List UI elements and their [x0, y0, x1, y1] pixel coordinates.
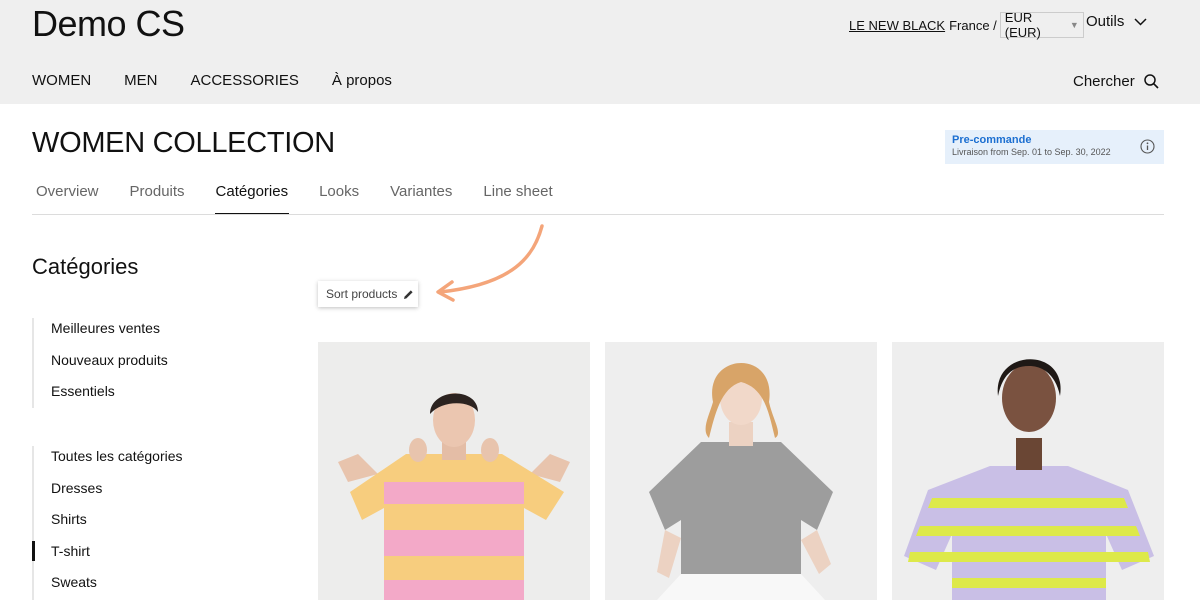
- nav-item-accessories[interactable]: ACCESSORIES: [191, 72, 299, 89]
- main-nav: WOMEN MEN ACCESSORIES À propos: [32, 72, 425, 89]
- tab-produits[interactable]: Produits: [130, 183, 185, 214]
- precommande-title: Pre-commande: [952, 134, 1032, 146]
- search-icon: [1143, 74, 1159, 89]
- caret-down-icon: ▼: [1069, 20, 1079, 30]
- product-card[interactable]: [892, 342, 1164, 600]
- tab-overview[interactable]: Overview: [36, 183, 99, 214]
- country-label: France /: [949, 17, 997, 33]
- nav-item-women[interactable]: WOMEN: [32, 72, 91, 89]
- product-image-striped-tee: [892, 342, 1164, 600]
- sidebar-item-new-products[interactable]: Nouveaux produits: [34, 350, 168, 382]
- sidebar-item-sweats[interactable]: Sweats: [34, 572, 183, 600]
- page-title: WOMEN COLLECTION: [32, 127, 335, 159]
- tools-label: Outils: [1086, 13, 1125, 30]
- info-icon[interactable]: [1140, 139, 1155, 154]
- sort-products-label: Sort products: [326, 287, 398, 301]
- site-header: Demo CS LE NEW BLACK France / EUR (EUR) …: [0, 0, 1200, 104]
- sidebar-title: Catégories: [32, 254, 139, 279]
- currency-select[interactable]: EUR (EUR) ▼: [999, 10, 1084, 40]
- store-selector: LE NEW BLACK France / EUR (EUR) ▼: [849, 10, 1084, 40]
- tab-categories[interactable]: Catégories: [214, 183, 289, 215]
- tools-menu[interactable]: Outils: [1086, 13, 1147, 30]
- precommande-badge[interactable]: Pre-commande Livraison from Sep. 01 to S…: [945, 130, 1164, 164]
- sidebar-item-best-sellers[interactable]: Meilleures ventes: [34, 318, 168, 350]
- brand-link[interactable]: LE NEW BLACK: [849, 18, 945, 33]
- precommande-subtitle: Livraison from Sep. 01 to Sep. 30, 2022: [952, 147, 1111, 157]
- product-image-pink-yellow-tee: [318, 342, 590, 600]
- nav-item-about[interactable]: À propos: [332, 72, 392, 89]
- product-image-grey-tee: [605, 342, 877, 600]
- tab-line-sheet[interactable]: Line sheet: [483, 183, 552, 214]
- annotation-arrow-icon: [436, 224, 544, 302]
- collection-tabs: Overview Produits Catégories Looks Varia…: [36, 183, 584, 215]
- nav-item-men[interactable]: MEN: [124, 72, 157, 89]
- sidebar-group-highlights: Meilleures ventes Nouveaux produits Esse…: [32, 318, 168, 408]
- tab-variantes[interactable]: Variantes: [390, 183, 452, 214]
- site-logo[interactable]: Demo CS: [32, 3, 185, 45]
- sidebar-item-shirts[interactable]: Shirts: [34, 509, 183, 541]
- sidebar-group-categories: Toutes les catégories Dresses Shirts T-s…: [32, 446, 183, 600]
- currency-value: EUR (EUR): [1004, 10, 1041, 40]
- product-card[interactable]: [605, 342, 877, 600]
- product-card[interactable]: [318, 342, 590, 600]
- search-button[interactable]: Chercher: [1073, 73, 1159, 90]
- sidebar-item-dresses[interactable]: Dresses: [34, 478, 183, 510]
- sort-products-button[interactable]: Sort products: [318, 281, 418, 307]
- sidebar-item-essentials[interactable]: Essentiels: [34, 381, 168, 413]
- sidebar-item-t-shirt[interactable]: T-shirt: [32, 540, 183, 573]
- search-label: Chercher: [1073, 73, 1135, 90]
- tabs-divider: [32, 214, 1164, 215]
- tab-looks[interactable]: Looks: [319, 183, 359, 214]
- chevron-down-icon: [1134, 17, 1147, 26]
- pencil-icon: [404, 289, 413, 299]
- sidebar-item-all-categories[interactable]: Toutes les catégories: [34, 446, 183, 478]
